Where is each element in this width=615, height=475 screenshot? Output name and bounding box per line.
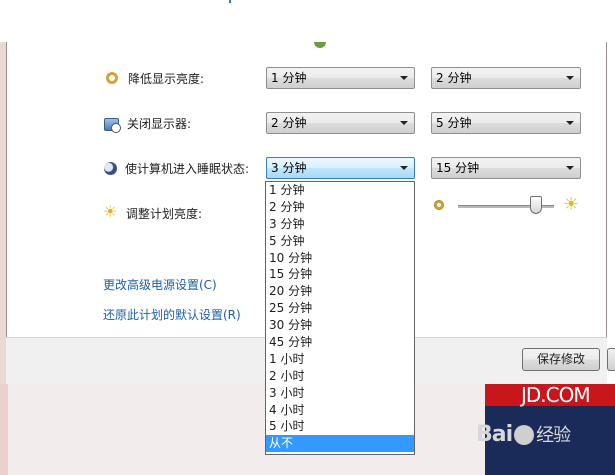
turn-off-display-plugged-select[interactable]: 5 分钟 xyxy=(431,112,581,134)
chevron-down-icon xyxy=(400,166,408,170)
monitor-clock-icon xyxy=(104,117,121,133)
background-left-edge xyxy=(0,384,8,475)
sleep-plugged-value: 15 分钟 xyxy=(436,161,480,175)
dropdown-option[interactable]: 从不 xyxy=(266,435,414,453)
baidu-watermark: Bai 经验 xyxy=(476,421,571,447)
chevron-down-icon xyxy=(566,166,574,170)
turn-off-display-label: 关闭显示器: xyxy=(127,116,192,131)
sleep-battery-select[interactable]: 3 分钟 xyxy=(266,157,415,179)
cancel-button-edge[interactable] xyxy=(607,348,615,371)
dropdown-option[interactable]: 15 分钟 xyxy=(266,266,414,283)
dropdown-option[interactable]: 25 分钟 xyxy=(266,300,414,317)
brightness-high-icon: ☀ xyxy=(563,194,580,215)
dropdown-option[interactable]: 4 小时 xyxy=(266,402,414,419)
dim-display-battery-select[interactable]: 1 分钟 xyxy=(266,67,415,89)
setting-row-dim-display: 降低显示亮度: xyxy=(104,68,204,88)
dropdown-option[interactable]: 30 分钟 xyxy=(266,317,414,334)
dropdown-option[interactable]: 1 小时 xyxy=(266,351,414,368)
dropdown-option[interactable]: 1 分钟 xyxy=(266,182,414,199)
sleep-battery-value: 3 分钟 xyxy=(271,161,307,175)
dropdown-option[interactable]: 10 分钟 xyxy=(266,250,414,267)
dropdown-option[interactable]: 2 分钟 xyxy=(266,199,414,216)
dropdown-option[interactable]: 3 小时 xyxy=(266,385,414,402)
chevron-down-icon xyxy=(566,121,574,125)
dim-display-battery-value: 1 分钟 xyxy=(271,71,307,85)
jd-banner: JD.COM xyxy=(485,384,615,406)
turn-off-display-battery-select[interactable]: 2 分钟 xyxy=(266,112,415,134)
sleep-options-dropdown[interactable]: 1 分钟 2 分钟 3 分钟 5 分钟 10 分钟 15 分钟 20 分钟 25 分钟 30 分… xyxy=(265,181,415,455)
restore-defaults-link[interactable]: 还原此计划的默认设置(R) xyxy=(103,306,241,323)
dim-brightness-icon xyxy=(106,72,118,84)
dropdown-option[interactable]: 45 分钟 xyxy=(266,334,414,351)
brightness-slider-thumb[interactable] xyxy=(530,196,542,214)
page-dot xyxy=(229,0,231,3)
setting-row-sleep: 使计算机进入睡眠状态: xyxy=(104,158,249,178)
dropdown-option[interactable]: 20 分钟 xyxy=(266,283,414,300)
dropdown-option[interactable]: 3 分钟 xyxy=(266,216,414,233)
setting-row-brightness: 调整计划亮度: xyxy=(103,202,203,223)
chevron-down-icon xyxy=(400,121,408,125)
dropdown-option[interactable]: 5 分钟 xyxy=(266,233,414,250)
browser-top-strip xyxy=(0,0,615,42)
watermark-cn: 经验 xyxy=(536,425,571,446)
dropdown-option[interactable]: 2 小时 xyxy=(266,368,414,385)
sleep-plugged-select[interactable]: 15 分钟 xyxy=(431,157,581,179)
turn-off-display-battery-value: 2 分钟 xyxy=(271,116,307,130)
save-changes-button[interactable]: 保存修改 xyxy=(522,348,600,371)
turn-off-display-plugged-value: 5 分钟 xyxy=(436,116,472,130)
moon-icon xyxy=(104,161,117,175)
sun-icon xyxy=(103,202,118,221)
brightness-label: 调整计划亮度: xyxy=(126,206,203,221)
advanced-settings-link[interactable]: 更改高级电源设置(C) xyxy=(103,276,217,293)
chevron-down-icon xyxy=(566,76,574,80)
chevron-down-icon xyxy=(400,76,408,80)
brightness-low-icon xyxy=(434,200,444,210)
watermark-text: Bai xyxy=(476,422,513,447)
dim-display-plugged-select[interactable]: 2 分钟 xyxy=(431,67,581,89)
setting-row-turn-off-display: 关闭显示器: xyxy=(104,113,191,133)
sleep-label: 使计算机进入睡眠状态: xyxy=(125,161,250,176)
dim-display-plugged-value: 2 分钟 xyxy=(436,71,472,85)
paw-icon xyxy=(514,425,535,445)
dropdown-option[interactable]: 5 小时 xyxy=(266,418,414,435)
dim-display-label: 降低显示亮度: xyxy=(128,71,205,86)
